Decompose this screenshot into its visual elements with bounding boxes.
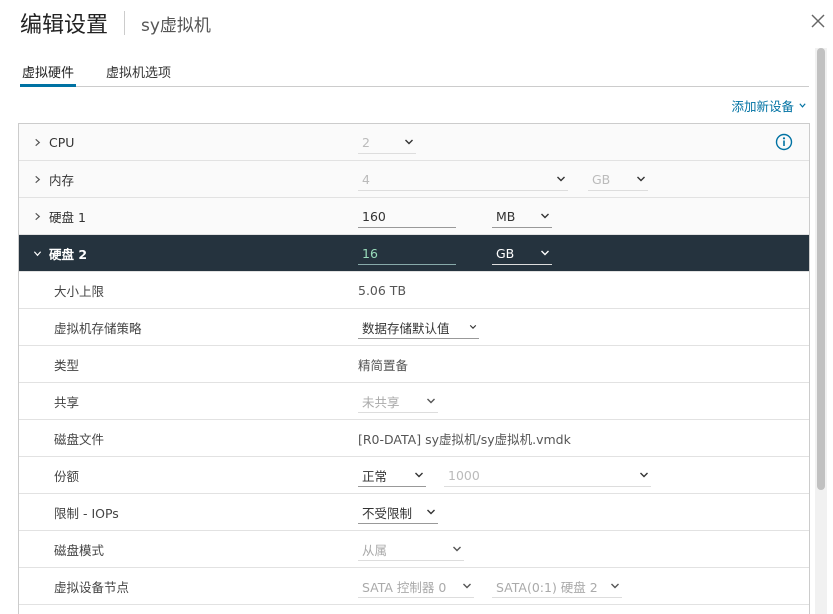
cpu-select[interactable]: 2 [358,132,416,154]
title-divider [124,11,126,35]
shares-label: 份额 [54,468,80,484]
limit-iops-select[interactable]: 不受限制 [358,502,438,524]
storage-policy-label: 虚拟机存储策略 [54,320,142,336]
disk1-unit-select[interactable]: MB [492,206,552,228]
chevron-down-icon [541,213,549,219]
chevron-down-icon [427,398,435,404]
chevron-down-icon [637,176,645,182]
disk1-row: 硬盘 1 160 MB [19,198,809,235]
controller-value: SATA 控制器 0 [362,579,447,595]
close-button[interactable] [807,10,829,32]
sharing-value: 未共享 [362,394,400,410]
memory-label: 内存 [49,172,75,188]
chevron-right-icon[interactable] [33,175,42,184]
chevron-down-icon [640,472,648,478]
chevron-down-icon [405,139,413,145]
disk2-row: 硬盘 2 16 GB [19,235,809,272]
scrollbar[interactable] [815,48,827,614]
scrollbar-thumb[interactable] [817,48,825,490]
disk-file-row: 磁盘文件 [R0-DATA] sy虚拟机/sy虚拟机.vmdk [19,420,809,457]
sharing-row: 共享 未共享 [19,383,809,420]
shares-row: 份额 正常 1000 [19,457,809,494]
memory-row: 内存 4 GB [19,161,809,198]
disk-mode-label: 磁盘模式 [54,542,105,558]
shares-amount-select[interactable]: 1000 [444,465,651,487]
sharing-label: 共享 [54,394,80,410]
node-value: SATA(0:1) 硬盘 2 [496,579,598,595]
tab-virtual-hardware[interactable]: 虚拟硬件 [20,58,77,87]
disk-file-label: 磁盘文件 [54,431,105,447]
sharing-select[interactable]: 未共享 [358,391,438,413]
vm-name: sy虚拟机 [141,15,211,36]
chevron-down-icon[interactable] [33,249,42,258]
chevron-down-icon [469,325,477,329]
cpu-row: CPU 2 [19,124,809,161]
disk-file-value: [R0-DATA] sy虚拟机/sy虚拟机.vmdk [358,432,571,447]
storage-policy-value: 数据存储默认值 [362,320,450,336]
storage-policy-select[interactable]: 数据存储默认值 [358,317,479,339]
tab-bar: 虚拟硬件 虚拟机选项 [20,58,809,87]
shares-amount: 1000 [448,467,480,483]
disk1-unit: MB [496,208,516,224]
disk2-unit: GB [496,245,515,261]
memory-unit-select[interactable]: GB [588,169,648,191]
disk-mode-select[interactable]: 从属 [358,539,464,561]
chevron-down-icon [453,546,461,552]
max-size-row: 大小上限 5.06 TB [19,272,809,309]
node-select[interactable]: SATA(0:1) 硬盘 2 [492,576,622,598]
disk2-size-input[interactable]: 16 [358,243,456,265]
info-icon[interactable] [775,133,793,151]
limit-iops-value: 不受限制 [362,505,413,521]
chevron-right-icon[interactable] [33,138,42,147]
close-icon [811,14,825,28]
shares-select[interactable]: 正常 [358,465,426,487]
chevron-down-icon [541,250,549,256]
memory-value: 4 [362,171,370,187]
add-new-device-label: 添加新设备 [731,99,794,114]
chevron-down-icon [557,176,565,182]
max-size-value: 5.06 TB [358,283,407,298]
memory-select[interactable]: 4 [358,169,568,191]
disk2-unit-select[interactable]: GB [492,243,552,265]
type-value: 精简置备 [358,358,409,373]
device-node-label: 虚拟设备节点 [54,579,130,595]
disk-mode-row: 磁盘模式 从属 [19,531,809,568]
chevron-down-icon [427,509,435,515]
chevron-right-icon[interactable] [33,212,42,221]
shares-value: 正常 [362,468,388,484]
chevron-down-icon [415,472,423,478]
max-size-label: 大小上限 [54,283,105,299]
type-label: 类型 [54,357,80,373]
disk-mode-value: 从属 [362,542,388,558]
tab-vm-options[interactable]: 虚拟机选项 [104,58,173,87]
storage-policy-row: 虚拟机存储策略 数据存储默认值 [19,309,809,346]
device-node-row: 虚拟设备节点 SATA 控制器 0 SATA(0:1) 硬盘 2 [19,568,809,605]
dialog-header: 编辑设置 sy虚拟机 [20,8,211,38]
memory-unit: GB [592,171,611,187]
limit-iops-label: 限制 - IOPs [54,505,119,521]
cpu-value: 2 [362,134,370,150]
cpu-label: CPU [49,134,75,150]
disk2-label: 硬盘 2 [49,246,88,262]
disk1-size-input[interactable]: 160 [358,206,456,228]
chevron-down-icon [611,583,619,589]
dialog-title: 编辑设置 [20,13,109,38]
type-row: 类型 精简置备 [19,346,809,383]
limit-iops-row: 限制 - IOPs 不受限制 [19,494,809,531]
add-new-device-button[interactable]: 添加新设备 [731,96,807,115]
chevron-down-icon [463,583,471,589]
chevron-down-icon [799,103,806,108]
hardware-list: CPU 2 内存 4 GB 硬盘 1 160 MB 硬盘 2 16 GB 大小上… [18,123,810,614]
disk1-label: 硬盘 1 [49,209,86,225]
controller-select[interactable]: SATA 控制器 0 [358,576,474,598]
